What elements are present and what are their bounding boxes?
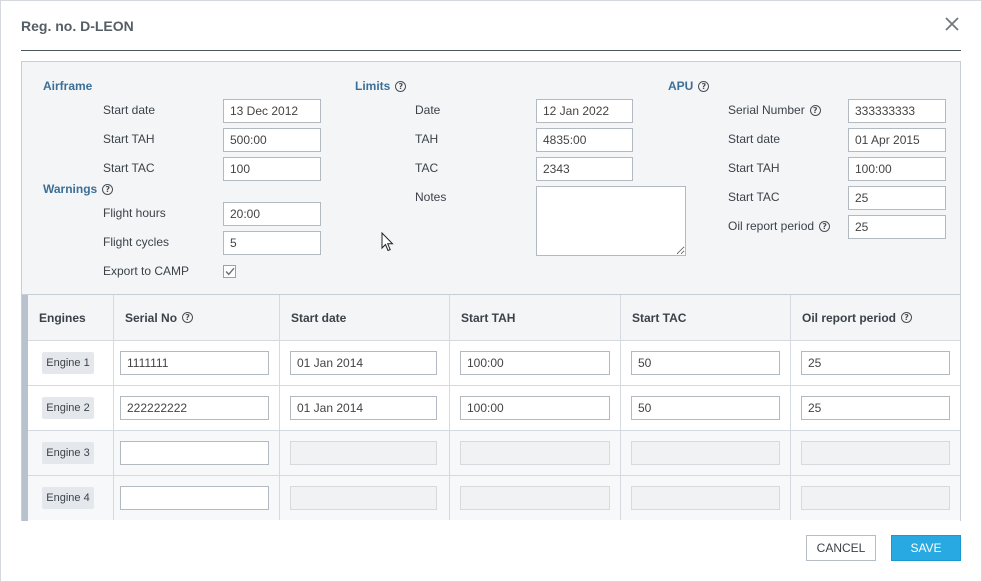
table-row: Engine 1: [28, 341, 960, 386]
apu-start-tac-input[interactable]: [848, 186, 946, 210]
cancel-button[interactable]: CANCEL: [806, 535, 876, 561]
engine-start-tah-input: [460, 486, 610, 510]
limits-notes-label: Notes: [415, 190, 447, 204]
apu-start-tah-input[interactable]: [848, 157, 946, 181]
col-header-start-tac: Start TAC: [621, 295, 791, 340]
flight-hours-label: Flight hours: [103, 206, 166, 220]
airframe-start-tah-label: Start TAH: [103, 132, 155, 146]
engine-serial-input[interactable]: [120, 396, 269, 420]
engine-serial-input[interactable]: [120, 351, 269, 375]
close-icon[interactable]: [941, 13, 963, 35]
engines-header-row: Engines Serial No? Start date Start TAH …: [28, 295, 960, 341]
apu-serial-input[interactable]: [848, 99, 946, 123]
engine-oil-input[interactable]: [801, 351, 950, 375]
table-row: Engine 3: [28, 431, 960, 476]
checkmark-icon: [225, 267, 235, 276]
engine-tag: Engine 4: [42, 487, 94, 509]
engine-serial-input[interactable]: [120, 486, 269, 510]
help-icon[interactable]: ?: [698, 80, 710, 92]
limits-tah-label: TAH: [415, 132, 439, 146]
engine-start-date-input[interactable]: [290, 396, 437, 420]
col-header-oil: Oil report period?: [791, 295, 960, 340]
apu-start-date-label: Start date: [728, 132, 781, 146]
engine-start-tac-input: [631, 441, 780, 465]
limits-date-label: Date: [415, 103, 441, 117]
table-row: Engine 4: [28, 476, 960, 520]
apu-serial-label: Serial Number?: [728, 103, 821, 117]
limits-tah-input[interactable]: [536, 128, 633, 152]
airframe-start-tah-input[interactable]: [223, 128, 321, 152]
export-camp-checkbox[interactable]: [223, 265, 236, 278]
mouse-cursor-icon: [381, 231, 395, 255]
engine-tag: Engine 2: [42, 397, 94, 419]
col-header-start-date: Start date: [280, 295, 450, 340]
engine-oil-input: [801, 441, 950, 465]
help-icon[interactable]: ?: [819, 220, 831, 232]
engine-tag: Engine 3: [42, 442, 94, 464]
settings-panel: Airframe Start date Start TAH Start TAC …: [21, 61, 961, 521]
help-icon[interactable]: ?: [182, 312, 194, 323]
engine-start-tah-input: [460, 441, 610, 465]
save-button[interactable]: SAVE: [891, 535, 961, 561]
help-icon[interactable]: ?: [901, 312, 913, 323]
apu-start-tah-label: Start TAH: [728, 161, 780, 175]
help-icon[interactable]: ?: [809, 104, 821, 116]
engine-start-tac-input[interactable]: [631, 351, 780, 375]
warnings-header: Warnings?: [43, 182, 114, 196]
limits-tac-label: TAC: [415, 161, 439, 175]
limits-header: Limits?: [355, 79, 407, 93]
apu-start-tac-label: Start TAC: [728, 190, 780, 204]
help-icon[interactable]: ?: [102, 183, 114, 195]
apu-header: APU?: [668, 79, 710, 93]
engine-start-date-input: [290, 486, 437, 510]
dialog-title: Reg. no. D-LEON: [21, 18, 134, 34]
airframe-start-tac-input[interactable]: [223, 157, 321, 181]
title-divider: [21, 50, 961, 51]
flight-hours-input[interactable]: [223, 202, 321, 226]
apu-start-date-input[interactable]: [848, 128, 946, 152]
flight-cycles-label: Flight cycles: [103, 235, 170, 249]
airframe-start-tac-label: Start TAC: [103, 161, 155, 175]
col-header-start-tah: Start TAH: [450, 295, 621, 340]
engines-table: Engines Serial No? Start date Start TAH …: [22, 294, 960, 521]
airframe-start-date-input[interactable]: [223, 99, 321, 123]
airframe-start-date-label: Start date: [103, 103, 156, 117]
limits-date-input[interactable]: [536, 99, 633, 123]
engine-start-tah-input[interactable]: [460, 396, 610, 420]
engine-serial-input[interactable]: [120, 441, 269, 465]
engine-tag: Engine 1: [42, 352, 94, 374]
apu-oil-input[interactable]: [848, 215, 946, 239]
flight-cycles-input[interactable]: [223, 231, 321, 255]
engine-start-tac-input: [631, 486, 780, 510]
airframe-header: Airframe: [43, 79, 93, 93]
aircraft-edit-dialog: Reg. no. D-LEON Airframe Start date Star…: [0, 0, 982, 582]
engine-start-tac-input[interactable]: [631, 396, 780, 420]
engine-start-date-input[interactable]: [290, 351, 437, 375]
engine-oil-input[interactable]: [801, 396, 950, 420]
apu-oil-label: Oil report period?: [728, 219, 831, 233]
col-header-serial: Serial No?: [114, 295, 280, 340]
engine-start-date-input: [290, 441, 437, 465]
limits-notes-textarea[interactable]: [536, 186, 686, 256]
engine-start-tah-input[interactable]: [460, 351, 610, 375]
help-icon[interactable]: ?: [395, 80, 407, 92]
limits-tac-input[interactable]: [536, 157, 633, 181]
table-row: Engine 2: [28, 386, 960, 431]
col-header-engines: Engines: [28, 295, 114, 340]
engine-oil-input: [801, 486, 950, 510]
export-camp-label: Export to CAMP: [103, 264, 190, 278]
